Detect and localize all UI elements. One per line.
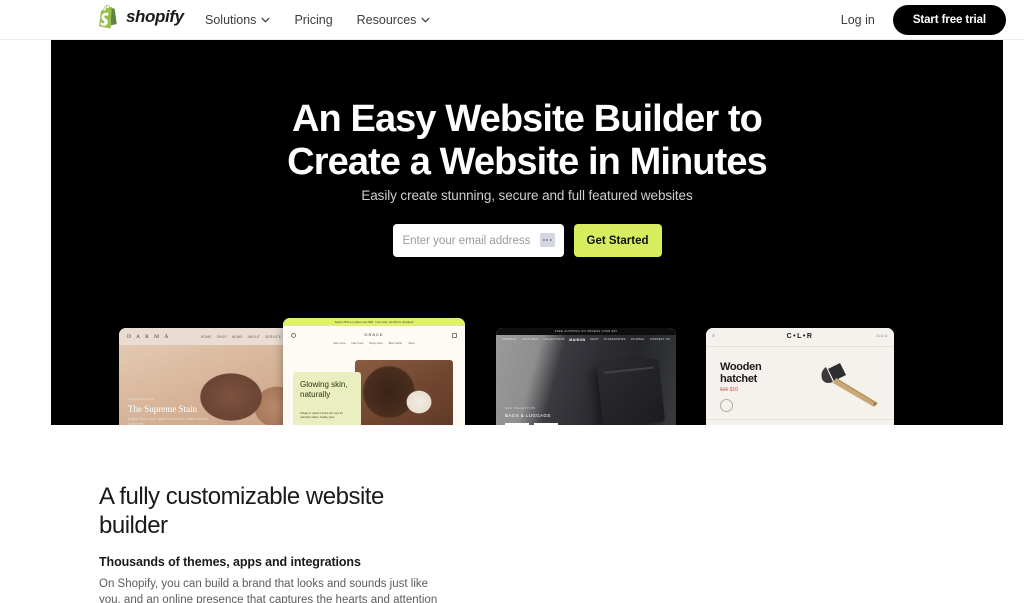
email-input-wrapper[interactable]	[392, 224, 564, 257]
card3-menu-item: ACCESSORIES	[603, 338, 626, 341]
hero-heading: An Easy Website Builder to Create a Webs…	[51, 98, 1003, 184]
card3-menu-item: FEATURES	[522, 338, 539, 341]
get-started-button[interactable]: Get Started	[573, 224, 662, 257]
primary-nav: Solutions Pricing Resources	[205, 0, 430, 40]
nav-label-resources: Resources	[356, 13, 417, 27]
card1-menu-item: SHOP	[216, 334, 227, 339]
card2-model-photo	[355, 360, 453, 425]
hero-subheading: Easily create stunning, secure and full …	[361, 188, 693, 203]
logo-wordmark: shopify	[126, 7, 184, 26]
card4-product-price: $25 $10	[720, 387, 738, 393]
features-subheading: Thousands of themes, apps and integratio…	[99, 555, 361, 569]
features-heading: A fully customizable website builder	[99, 483, 384, 539]
card3-nav-right: SHOP ACCESSORIES JOURNAL CONNECT US	[590, 338, 670, 342]
card2-nav: GRACE Skin Care Hair Care Body Care Best…	[283, 326, 465, 350]
shopify-bag-icon	[99, 5, 117, 29]
card2-brand: GRACE	[364, 332, 384, 337]
card2-tile-body: Indulge in nature's finest skin care for…	[300, 412, 343, 419]
card1-menu-item: ABOUT	[247, 334, 261, 339]
showcase-card-glow[interactable]: Select 15% on orders over $30 · Use code…	[283, 318, 465, 425]
features-paragraph: On Shopify, you can build a brand that l…	[99, 578, 438, 603]
landing-page: shopify Solutions Pricing Resources Log …	[0, 0, 1024, 603]
nav-item-resources[interactable]: Resources	[357, 13, 431, 27]
card1-eyebrow: INTRODUCING	[128, 397, 155, 401]
card2-search-icon	[291, 333, 296, 338]
card4-nav-right: A/A/D	[876, 334, 888, 338]
card2-promo-tile: Glowing skin, naturally Indulge in natur…	[293, 372, 361, 425]
card4-nav: ☰ C•L•R A/A/D	[706, 328, 894, 346]
hero-section: An Easy Website Builder to Create a Webs…	[51, 40, 1003, 425]
nav-item-solutions[interactable]: Solutions	[205, 13, 270, 27]
nav-label-solutions: Solutions	[205, 13, 257, 27]
showcase-card-clr[interactable]: ☰ C•L•R A/A/D Wooden hatchet $25 $10	[706, 328, 894, 425]
card3-eyebrow: NEW COLLECTION	[505, 407, 536, 410]
card3-nav-left: COMPANY FEATURES COLLECTIONS	[502, 338, 565, 342]
card2-tile-title: Glowing skin, naturally	[300, 380, 348, 399]
card2-menu-item: Body Care	[369, 341, 383, 345]
card1-brand: D A R M À	[127, 333, 171, 340]
card3-menu-item: JOURNAL	[630, 338, 645, 341]
card4-add-to-cart-icon	[720, 399, 733, 412]
card2-menu-item: Shop	[408, 341, 415, 345]
nav-label-pricing: Pricing	[294, 13, 333, 27]
email-signup-form: Get Started	[51, 224, 1003, 257]
start-free-trial-button[interactable]: Start free trial	[892, 5, 1006, 35]
showcase-card-bags[interactable]: FREE SHIPPING ON ORDERS OVER $95 COMPANY…	[496, 328, 676, 425]
card2-cart-icon	[452, 333, 457, 338]
card3-announcement-bar: FREE SHIPPING ON ORDERS OVER $95	[496, 328, 676, 335]
chevron-down-icon	[421, 17, 430, 23]
card1-topbar: D A R M À HOME SHOP NEWS ABOUT SERVICE C…	[119, 328, 304, 345]
card1-hero-photo: INTRODUCING The Supreme Stain Brighter t…	[119, 345, 304, 425]
chevron-down-icon	[261, 17, 270, 23]
features-section: A fully customizable website builder Tho…	[0, 425, 1024, 603]
card4-menu-icon: ☰	[712, 334, 716, 338]
shopify-logo[interactable]: shopify	[99, 5, 184, 29]
card2-menu-item: Skin Care	[333, 341, 346, 345]
card4-brand: C•L•R	[786, 333, 814, 340]
hero-heading-line2: Create a Website in Minutes	[287, 141, 768, 183]
email-input[interactable]	[402, 234, 531, 247]
card3-nav: COMPANY FEATURES COLLECTIONS MAISON SHOP…	[502, 338, 670, 342]
card2-announcement-text: Select 15% on orders over $30 · Use code…	[334, 320, 414, 324]
login-link[interactable]: Log in	[841, 13, 875, 27]
card3-menu-item: COMPANY	[502, 338, 518, 341]
card2-menu: Skin Care Hair Care Body Care Best Selle…	[333, 341, 415, 345]
wooden-hatchet-icon	[821, 363, 878, 407]
card4-product-title: Wooden hatchet	[720, 361, 762, 385]
card1-body: Brighter than a bulb, lighter than the s…	[128, 417, 208, 425]
card1-menu-item: SERVICE	[265, 334, 282, 339]
nav-item-pricing[interactable]: Pricing	[294, 13, 332, 27]
hero-heading-line1: An Easy Website Builder to	[291, 98, 763, 140]
card3-menu-item: COLLECTIONS	[543, 338, 565, 341]
card1-title: The Supreme Stain	[128, 404, 197, 414]
card2-menu-item: Best Seller	[388, 341, 403, 345]
card3-menu-item: SHOP	[590, 338, 599, 341]
card3-brand: MAISON	[569, 338, 586, 342]
card2-announcement-bar: Select 15% on orders over $30 · Use code…	[283, 318, 465, 326]
card3-announcement-text: FREE SHIPPING ON ORDERS OVER $95	[554, 330, 618, 333]
theme-showcase-cards: D A R M À HOME SHOP NEWS ABOUT SERVICE C…	[51, 288, 1003, 425]
autofill-dots-icon[interactable]	[539, 233, 555, 247]
card3-menu-item: CONNECT US	[649, 338, 670, 341]
card1-menu-item: NEWS	[231, 334, 243, 339]
card3-hero-photo: COMPANY FEATURES COLLECTIONS MAISON SHOP…	[496, 335, 676, 425]
header-actions: Log in Start free trial	[841, 0, 1006, 40]
card4-product-row: Wooden hatchet $25 $10	[706, 346, 894, 419]
card2-body: Glowing skin, naturally Indulge in natur…	[283, 350, 465, 425]
site-header: shopify Solutions Pricing Resources Log …	[0, 0, 1024, 40]
card2-menu-item: Hair Care	[351, 341, 364, 345]
card3-title: BAGS & LUGGAGE	[505, 413, 551, 418]
card4-price-old: $25	[720, 387, 729, 393]
showcase-card-darma[interactable]: D A R M À HOME SHOP NEWS ABOUT SERVICE C…	[119, 328, 304, 425]
card1-menu: HOME SHOP NEWS ABOUT SERVICE CART	[201, 335, 296, 339]
card3-bag-image	[596, 357, 666, 425]
card4-price-new: $10	[729, 387, 739, 393]
card1-menu-item: HOME	[200, 334, 212, 339]
